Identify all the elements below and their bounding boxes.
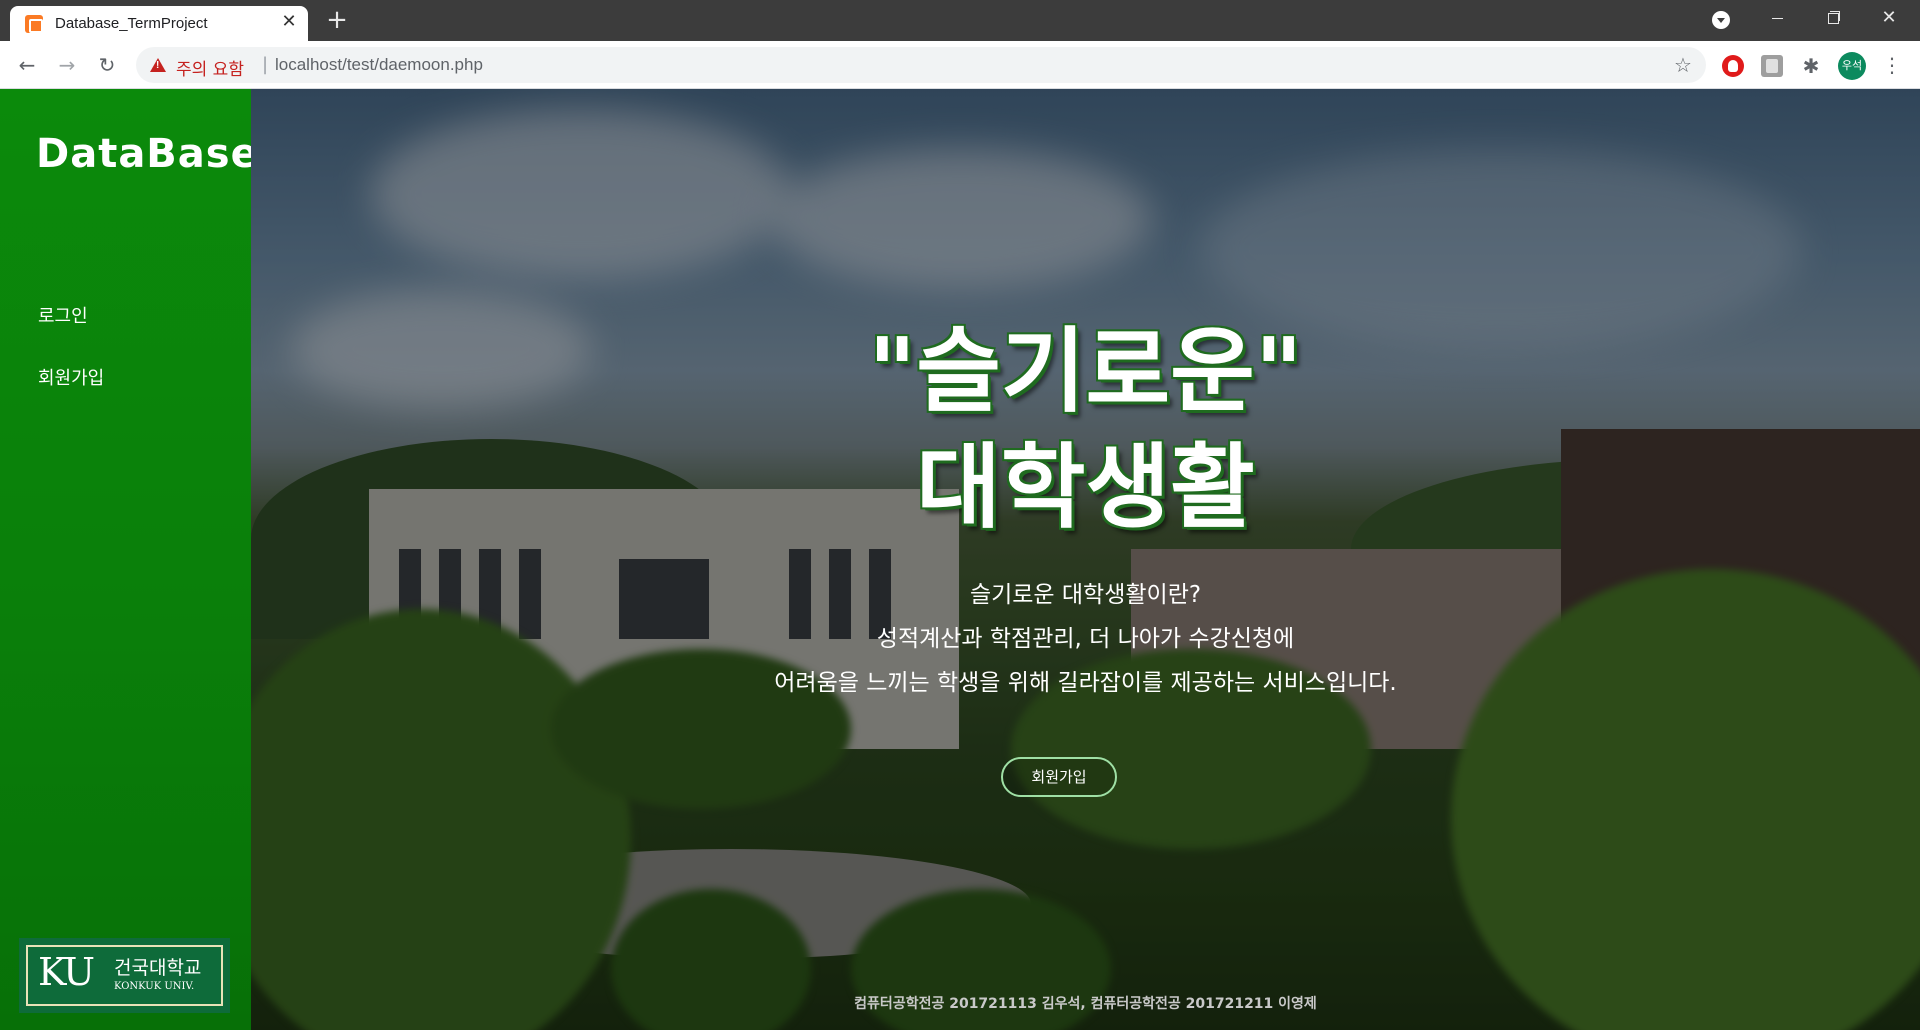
minimize-button[interactable] — [1754, 0, 1800, 36]
ku-logo-mark: KU — [38, 950, 95, 994]
footer-credit: 컴퓨터공학전공 201721113 김우석, 컴퓨터공학전공 201721211… — [854, 996, 1317, 1012]
ku-logo-english: KONKUK UNIV. — [114, 981, 195, 992]
restore-button[interactable] — [1810, 0, 1856, 36]
browser-tab[interactable]: Database_TermProject ✕ — [10, 6, 308, 41]
brand-logo[interactable]: DataBase — [36, 131, 259, 177]
back-button[interactable]: ← — [13, 51, 41, 79]
extensions-puzzle-icon[interactable]: ✱ — [1800, 55, 1822, 77]
signup-button[interactable]: 회원가입 — [1001, 757, 1117, 797]
browser-menu-icon[interactable]: ⋮ — [1882, 53, 1902, 79]
window-close-button[interactable]: ✕ — [1866, 0, 1912, 36]
hero-headline-line2: 대학생활 — [916, 434, 1255, 541]
bookmark-star-icon[interactable]: ☆ — [1674, 53, 1692, 77]
xampp-favicon-icon — [25, 15, 43, 33]
sidebar: DataBase 로그인 회원가입 KU 건국대학교 KONKUK UNIV. — [0, 89, 258, 1030]
browser-toolbar: ← → ↻ 주의 요함 | localhost/test/daemoon.php… — [0, 41, 1920, 89]
sidebar-item-login[interactable]: 로그인 — [38, 301, 104, 333]
ku-logo-frame: KU 건국대학교 KONKUK UNIV. — [26, 945, 223, 1006]
hero-description-line: 슬기로운 대학생활이란? — [969, 582, 1202, 608]
url-text[interactable]: localhost/test/daemoon.php — [275, 55, 483, 75]
browser-tabstrip: Database_TermProject ✕ + ✕ — [0, 0, 1920, 41]
extension-gray-icon[interactable] — [1761, 55, 1783, 77]
hero-description-line: 어려움을 느끼는 학생을 위해 길라잡이를 제공하는 서비스입니다. — [774, 670, 1397, 696]
new-tab-button[interactable]: + — [322, 6, 352, 36]
ku-logo-korean: 건국대학교 — [114, 957, 202, 979]
sidebar-nav: 로그인 회원가입 — [38, 301, 104, 425]
tab-close-icon[interactable]: ✕ — [279, 12, 299, 32]
security-warning-label[interactable]: 주의 요함 — [176, 55, 244, 80]
sidebar-item-signup[interactable]: 회원가입 — [38, 363, 104, 395]
extension-red-icon[interactable] — [1722, 55, 1744, 77]
url-separator: | — [262, 54, 269, 75]
profile-avatar[interactable]: 우석 — [1838, 52, 1866, 80]
tab-title: Database_TermProject — [55, 15, 208, 32]
warning-icon — [150, 58, 166, 72]
page-content: DataBase 로그인 회원가입 KU 건국대학교 KONKUK UNIV. — [0, 89, 1920, 1030]
tab-search-icon[interactable] — [1712, 11, 1730, 29]
reload-button[interactable]: ↻ — [93, 51, 121, 79]
address-bar[interactable]: 주의 요함 | localhost/test/daemoon.php ☆ — [136, 47, 1706, 83]
hero-content: "슬기로운" 대학생활 슬기로운 대학생활이란? 성적계산과 학점관리, 더 나… — [251, 89, 1920, 1030]
konkuk-university-logo: KU 건국대학교 KONKUK UNIV. — [19, 938, 230, 1013]
hero-headline-line1: "슬기로운" — [868, 318, 1303, 425]
hero-section: "슬기로운" 대학생활 슬기로운 대학생활이란? 성적계산과 학점관리, 더 나… — [251, 89, 1920, 1030]
forward-button[interactable]: → — [53, 51, 81, 79]
hero-description-line: 성적계산과 학점관리, 더 나아가 수강신청에 — [876, 626, 1295, 652]
